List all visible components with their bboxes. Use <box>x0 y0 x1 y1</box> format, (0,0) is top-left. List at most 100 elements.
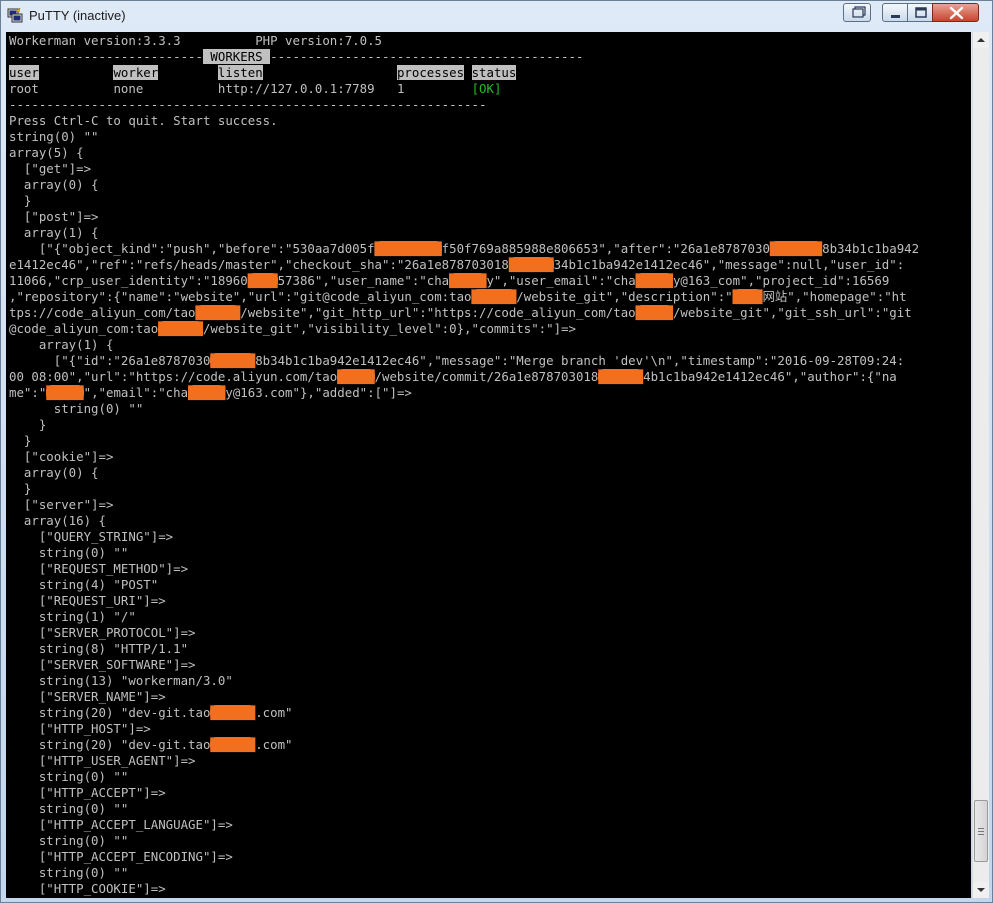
row-status: [OK] <box>471 81 502 96</box>
version-line: Workerman version:3.3.3 PHP version:7.0.… <box>9 33 971 49</box>
redaction-mark: ███████ <box>769 241 823 256</box>
redaction-mark: █████ <box>337 369 375 384</box>
terminal-line: string(20) "dev-git.tao██████.com" <box>9 705 293 720</box>
terminal-line: string(0) "" <box>9 833 129 848</box>
col-processes: processes <box>396 65 465 80</box>
terminal-line: ["SERVER_NAME"]=> <box>9 689 166 704</box>
terminal-output: Press Ctrl-C to quit. Start success. stri… <box>9 113 971 897</box>
col-listen: listen <box>217 65 263 80</box>
terminal-line: ["get"]=> <box>9 161 92 176</box>
terminal-line: 00 08:00","url":"https://code.aliyun.com… <box>9 369 897 384</box>
terminal-line: string(13) "workerman/3.0" <box>9 673 233 688</box>
terminal-line: string(1) "/" <box>9 609 136 624</box>
terminal-line: ["REQUEST_METHOD"]=> <box>9 561 189 576</box>
col-user: user <box>9 65 39 80</box>
redaction-mark: ██████ <box>471 289 517 304</box>
terminal-line: string(0) "" <box>9 801 129 816</box>
terminal-line: tps://code_aliyun_com/tao██████/website"… <box>9 305 912 320</box>
restore-icon <box>852 6 866 18</box>
workerman-version: Workerman version:3.3.3 <box>9 33 181 48</box>
terminal-line: } <box>9 193 32 208</box>
terminal-line: ["{"object_kind":"push","before":"530aa7… <box>9 241 920 256</box>
minimize-button[interactable] <box>882 3 908 22</box>
terminal-line: ["HTTP_ACCEPT_ENCODING"]=> <box>9 849 233 864</box>
terminal-line: array(1) { <box>9 225 99 240</box>
col-status: status <box>471 65 517 80</box>
terminal-line: ["post"]=> <box>9 209 99 224</box>
terminal-line: } <box>9 417 47 432</box>
terminal-line: ["HTTP_ACCEPT_LANGUAGE"]=> <box>9 817 233 832</box>
redaction-mark: ██████ <box>158 321 203 336</box>
close-icon <box>949 6 964 20</box>
redaction-mark: ██████ <box>210 737 256 752</box>
workers-data-row: root none http://127.0.0.1:7789 1 [OK] <box>9 81 971 97</box>
workers-separator: ----------------------------------------… <box>9 97 487 112</box>
terminal-line: ["server"]=> <box>9 497 114 512</box>
terminal-line: string(0) "" <box>9 545 129 560</box>
row-listen: http://127.0.0.1:7789 <box>217 81 375 96</box>
terminal-line: string(8) "HTTP/1.1" <box>9 641 189 656</box>
workers-header-row: user worker listen processes status <box>9 65 971 81</box>
terminal-line: ["HTTP_HOST"]=> <box>9 721 151 736</box>
terminal-line: Press Ctrl-C to quit. Start success. <box>9 113 278 128</box>
redaction-mark: ██████ <box>210 705 256 720</box>
title-bar[interactable]: PuTTY (inactive) <box>1 1 992 31</box>
redaction-mark: █████ <box>635 305 673 320</box>
vertical-scrollbar[interactable] <box>972 32 989 898</box>
grip-line <box>978 834 984 835</box>
arrow-down-icon <box>977 888 985 892</box>
close-button[interactable] <box>932 3 979 22</box>
terminal-line: e1412ec46","ref":"refs/heads/master","ch… <box>9 257 905 272</box>
terminal-line: string(0) "" <box>9 769 129 784</box>
workers-banner: -------------------------- WORKERS -----… <box>9 49 971 65</box>
redaction-mark: █████ <box>449 273 487 288</box>
window-title: PuTTY (inactive) <box>29 8 126 23</box>
scroll-thumb[interactable] <box>974 800 988 862</box>
terminal-line: ["QUERY_STRING"]=> <box>9 529 174 544</box>
redaction-mark: ████ <box>732 289 763 304</box>
terminal-line: ["{"id":"26a1e8787030██████8b34b1c1ba942… <box>9 353 905 368</box>
terminal-area[interactable]: Workerman version:3.3.3 PHP version:7.0.… <box>6 32 971 898</box>
terminal-line: string(0) "" <box>9 865 129 880</box>
terminal-line: ["cookie"]=> <box>9 449 114 464</box>
terminal-line: ["HTTP_COOKIE"]=> <box>9 881 166 896</box>
php-version: PHP version:7.0.5 <box>255 33 383 48</box>
redaction-mark: █████ <box>188 385 226 400</box>
restore-button[interactable] <box>843 3 871 22</box>
terminal-line: ["HTTP_ACCEPT"]=> <box>9 785 166 800</box>
redaction-mark: █████ <box>635 273 673 288</box>
terminal-line: string(4) "POST" <box>9 577 159 592</box>
redaction-mark: █████ <box>46 385 84 400</box>
terminal-line: } <box>9 433 32 448</box>
scroll-down-button[interactable] <box>973 882 989 898</box>
redaction-mark: ██████ <box>195 305 241 320</box>
putty-window: PuTTY (inactive) Workerman version:3.3.3… <box>0 0 993 903</box>
grip-line <box>978 828 984 829</box>
banner-dash-left: -------------------------- <box>9 49 203 64</box>
row-worker: none <box>113 81 144 96</box>
putty-icon[interactable] <box>7 7 23 23</box>
row-processes: 1 <box>396 81 405 96</box>
terminal-line: array(16) { <box>9 513 106 528</box>
banner-dash-right: ----------------------------------------… <box>270 49 584 64</box>
redaction-mark: ██████ <box>598 369 644 384</box>
terminal-line: string(20) "dev-git.tao██████.com" <box>9 737 293 752</box>
maximize-button[interactable] <box>907 3 933 22</box>
terminal-line: ["HTTP_USER_AGENT"]=> <box>9 753 196 768</box>
terminal-line: array(1) { <box>9 337 114 352</box>
arrow-up-icon <box>977 38 985 42</box>
row-user: root <box>9 81 39 96</box>
terminal-line: } <box>9 481 32 496</box>
scroll-up-button[interactable] <box>973 32 989 48</box>
terminal-line: ["SERVER_PROTOCOL"]=> <box>9 625 196 640</box>
terminal-line: 11066,"crp_user_identity":"18960████5738… <box>9 273 890 288</box>
terminal-line: string(0) "" <box>9 129 99 144</box>
maximize-icon <box>915 7 927 18</box>
terminal-line: array(0) { <box>9 177 99 192</box>
terminal-line: ,"repository":{"name":"website","url":"g… <box>9 289 907 304</box>
redaction-mark: █████████ <box>374 241 442 256</box>
terminal-line: array(0) { <box>9 465 99 480</box>
redaction-mark: ██████ <box>210 353 256 368</box>
redaction-mark: ██████ <box>508 257 554 272</box>
terminal-line: array(5) { <box>9 145 84 160</box>
